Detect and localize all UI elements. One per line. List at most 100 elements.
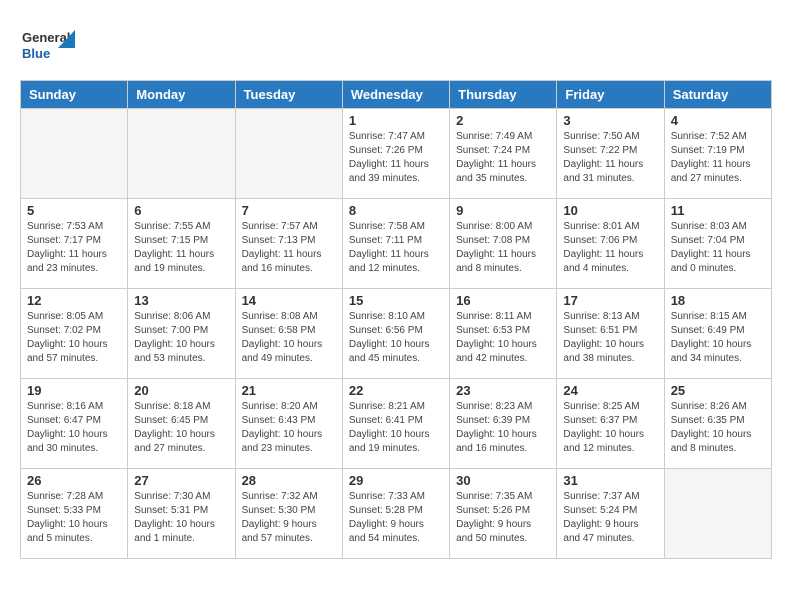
calendar-cell: 25 Sunrise: 8:26 AM Sunset: 6:35 PM Dayli… <box>664 379 771 469</box>
calendar-cell: 11 Sunrise: 8:03 AM Sunset: 7:04 PM Dayli… <box>664 199 771 289</box>
day-info: Sunrise: 8:11 AM Sunset: 6:53 PM Dayligh… <box>456 310 550 366</box>
day-info: Sunrise: 8:23 AM Sunset: 6:39 PM Dayligh… <box>456 400 550 456</box>
calendar-week-row: 5Sunrise: 7:53 AM Sunset: 7:17 PM Daylig… <box>21 199 772 289</box>
calendar-cell <box>235 109 342 199</box>
day-number: 10 <box>563 203 657 218</box>
svg-text:Blue: Blue <box>22 46 50 61</box>
day-info: Sunrise: 8:13 AM Sunset: 6:51 PM Dayligh… <box>563 310 657 366</box>
day-info: Sunrise: 8:18 AM Sunset: 6:45 PM Dayligh… <box>134 400 228 456</box>
calendar-cell: 2 Sunrise: 7:49 AM Sunset: 7:24 PM Daylig… <box>450 109 557 199</box>
calendar-cell: 20Sunrise: 8:18 AM Sunset: 6:45 PM Dayli… <box>128 379 235 469</box>
day-info: Sunrise: 8:26 AM Sunset: 6:35 PM Dayligh… <box>671 400 765 456</box>
calendar-cell: 23Sunrise: 8:23 AM Sunset: 6:39 PM Dayli… <box>450 379 557 469</box>
day-number: 14 <box>242 293 336 308</box>
calendar-week-row: 12 Sunrise: 8:05 AM Sunset: 7:02 PM Dayli… <box>21 289 772 379</box>
calendar-cell: 16Sunrise: 8:11 AM Sunset: 6:53 PM Dayli… <box>450 289 557 379</box>
day-of-week-header: Wednesday <box>342 81 449 109</box>
day-number: 9 <box>456 203 550 218</box>
calendar-cell: 5Sunrise: 7:53 AM Sunset: 7:17 PM Daylig… <box>21 199 128 289</box>
day-info: Sunrise: 7:35 AM Sunset: 5:26 PM Dayligh… <box>456 490 550 546</box>
calendar-cell: 6Sunrise: 7:55 AM Sunset: 7:15 PM Daylig… <box>128 199 235 289</box>
day-info: Sunrise: 8:10 AM Sunset: 6:56 PM Dayligh… <box>349 310 443 366</box>
day-number: 12 <box>27 293 121 308</box>
day-info: Sunrise: 7:57 AM Sunset: 7:13 PM Dayligh… <box>242 220 336 276</box>
calendar-cell: 15 Sunrise: 8:10 AM Sunset: 6:56 PM Dayli… <box>342 289 449 379</box>
calendar-cell: 22Sunrise: 8:21 AM Sunset: 6:41 PM Dayli… <box>342 379 449 469</box>
day-info: Sunrise: 8:25 AM Sunset: 6:37 PM Dayligh… <box>563 400 657 456</box>
calendar-cell: 7 Sunrise: 7:57 AM Sunset: 7:13 PM Daylig… <box>235 199 342 289</box>
day-number: 4 <box>671 113 765 128</box>
day-number: 27 <box>134 473 228 488</box>
logo-icon: General Blue <box>20 20 75 70</box>
day-of-week-header: Monday <box>128 81 235 109</box>
day-of-week-header: Saturday <box>664 81 771 109</box>
day-number: 26 <box>27 473 121 488</box>
day-info: Sunrise: 8:21 AM Sunset: 6:41 PM Dayligh… <box>349 400 443 456</box>
day-number: 7 <box>242 203 336 218</box>
calendar-cell: 13 Sunrise: 8:06 AM Sunset: 7:00 PM Dayli… <box>128 289 235 379</box>
calendar-cell: 3Sunrise: 7:50 AM Sunset: 7:22 PM Daylig… <box>557 109 664 199</box>
day-info: Sunrise: 7:47 AM Sunset: 7:26 PM Dayligh… <box>349 130 443 186</box>
day-of-week-header: Friday <box>557 81 664 109</box>
calendar-cell: 29 Sunrise: 7:33 AM Sunset: 5:28 PM Dayli… <box>342 469 449 559</box>
day-info: Sunrise: 8:05 AM Sunset: 7:02 PM Dayligh… <box>27 310 121 366</box>
calendar-cell: 21 Sunrise: 8:20 AM Sunset: 6:43 PM Dayli… <box>235 379 342 469</box>
calendar-cell: 26 Sunrise: 7:28 AM Sunset: 5:33 PM Dayli… <box>21 469 128 559</box>
calendar-week-row: 19 Sunrise: 8:16 AM Sunset: 6:47 PM Dayli… <box>21 379 772 469</box>
calendar-cell <box>664 469 771 559</box>
day-info: Sunrise: 7:33 AM Sunset: 5:28 PM Dayligh… <box>349 490 443 546</box>
day-info: Sunrise: 7:52 AM Sunset: 7:19 PM Dayligh… <box>671 130 765 186</box>
calendar-cell: 14 Sunrise: 8:08 AM Sunset: 6:58 PM Dayli… <box>235 289 342 379</box>
day-number: 2 <box>456 113 550 128</box>
day-of-week-header: Sunday <box>21 81 128 109</box>
calendar-cell: 27 Sunrise: 7:30 AM Sunset: 5:31 PM Dayli… <box>128 469 235 559</box>
calendar-cell: 10Sunrise: 8:01 AM Sunset: 7:06 PM Dayli… <box>557 199 664 289</box>
day-info: Sunrise: 8:16 AM Sunset: 6:47 PM Dayligh… <box>27 400 121 456</box>
day-info: Sunrise: 8:06 AM Sunset: 7:00 PM Dayligh… <box>134 310 228 366</box>
calendar-cell: 17 Sunrise: 8:13 AM Sunset: 6:51 PM Dayli… <box>557 289 664 379</box>
day-info: Sunrise: 7:32 AM Sunset: 5:30 PM Dayligh… <box>242 490 336 546</box>
calendar-header-row: SundayMondayTuesdayWednesdayThursdayFrid… <box>21 81 772 109</box>
day-number: 6 <box>134 203 228 218</box>
day-number: 25 <box>671 383 765 398</box>
page-header: General Blue <box>20 20 772 70</box>
calendar-cell: 9Sunrise: 8:00 AM Sunset: 7:08 PM Daylig… <box>450 199 557 289</box>
calendar-cell: 31 Sunrise: 7:37 AM Sunset: 5:24 PM Dayli… <box>557 469 664 559</box>
day-number: 29 <box>349 473 443 488</box>
calendar-cell: 12 Sunrise: 8:05 AM Sunset: 7:02 PM Dayli… <box>21 289 128 379</box>
day-info: Sunrise: 7:49 AM Sunset: 7:24 PM Dayligh… <box>456 130 550 186</box>
day-number: 21 <box>242 383 336 398</box>
day-info: Sunrise: 8:03 AM Sunset: 7:04 PM Dayligh… <box>671 220 765 276</box>
day-number: 13 <box>134 293 228 308</box>
calendar-week-row: 1 Sunrise: 7:47 AM Sunset: 7:26 PM Daylig… <box>21 109 772 199</box>
calendar-cell <box>21 109 128 199</box>
day-info: Sunrise: 8:20 AM Sunset: 6:43 PM Dayligh… <box>242 400 336 456</box>
calendar-cell: 19 Sunrise: 8:16 AM Sunset: 6:47 PM Dayli… <box>21 379 128 469</box>
calendar-cell: 8Sunrise: 7:58 AM Sunset: 7:11 PM Daylig… <box>342 199 449 289</box>
day-number: 3 <box>563 113 657 128</box>
day-number: 30 <box>456 473 550 488</box>
day-of-week-header: Thursday <box>450 81 557 109</box>
day-number: 11 <box>671 203 765 218</box>
day-number: 17 <box>563 293 657 308</box>
day-number: 18 <box>671 293 765 308</box>
day-number: 1 <box>349 113 443 128</box>
day-number: 5 <box>27 203 121 218</box>
day-number: 19 <box>27 383 121 398</box>
calendar-cell: 30 Sunrise: 7:35 AM Sunset: 5:26 PM Dayli… <box>450 469 557 559</box>
day-number: 31 <box>563 473 657 488</box>
calendar-cell: 18Sunrise: 8:15 AM Sunset: 6:49 PM Dayli… <box>664 289 771 379</box>
day-info: Sunrise: 8:08 AM Sunset: 6:58 PM Dayligh… <box>242 310 336 366</box>
day-number: 24 <box>563 383 657 398</box>
day-info: Sunrise: 7:58 AM Sunset: 7:11 PM Dayligh… <box>349 220 443 276</box>
day-info: Sunrise: 7:30 AM Sunset: 5:31 PM Dayligh… <box>134 490 228 546</box>
day-info: Sunrise: 7:37 AM Sunset: 5:24 PM Dayligh… <box>563 490 657 546</box>
calendar-table: SundayMondayTuesdayWednesdayThursdayFrid… <box>20 80 772 559</box>
calendar-cell: 1 Sunrise: 7:47 AM Sunset: 7:26 PM Daylig… <box>342 109 449 199</box>
day-info: Sunrise: 7:28 AM Sunset: 5:33 PM Dayligh… <box>27 490 121 546</box>
day-number: 15 <box>349 293 443 308</box>
calendar-cell: 4 Sunrise: 7:52 AM Sunset: 7:19 PM Daylig… <box>664 109 771 199</box>
day-number: 28 <box>242 473 336 488</box>
calendar-cell <box>128 109 235 199</box>
logo: General Blue <box>20 20 75 70</box>
